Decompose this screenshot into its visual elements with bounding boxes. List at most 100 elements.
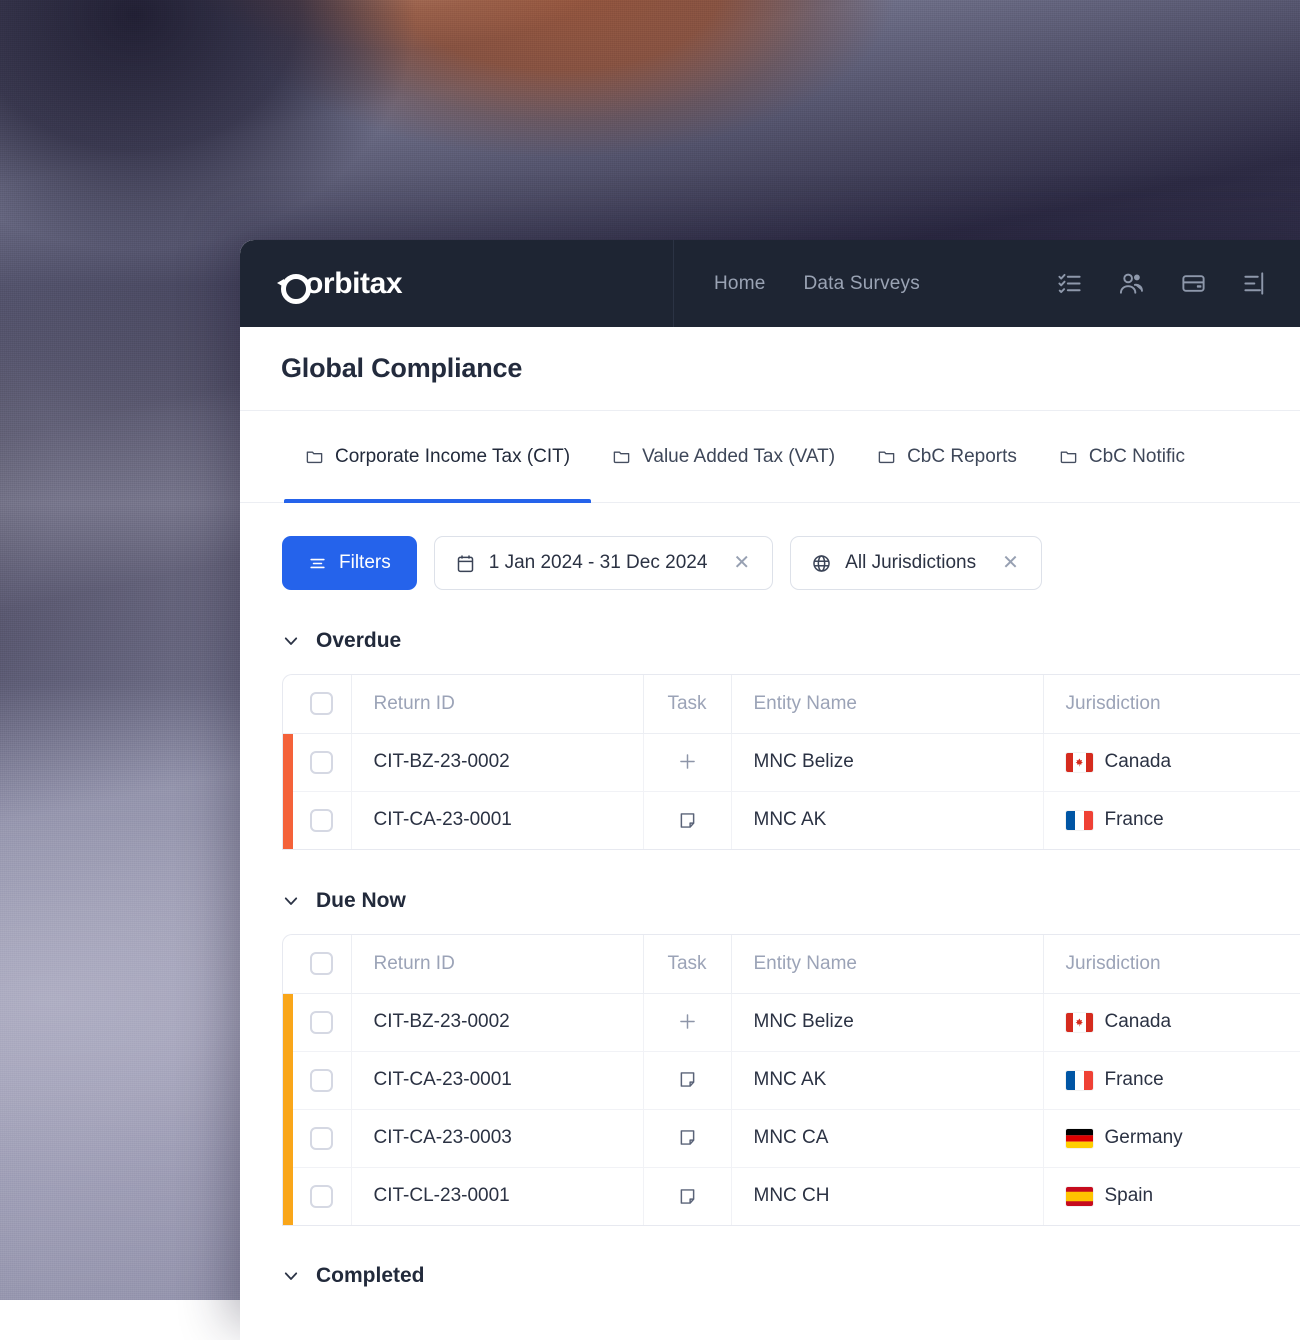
jurisdiction-label: Germany [1105,1127,1183,1149]
jurisdiction-label: Canada [1105,1011,1172,1033]
cell-task [643,993,731,1051]
column-header-return-id[interactable]: Return ID [351,935,643,993]
checklist-icon[interactable] [1054,269,1084,299]
cell-jurisdiction: Germany [1043,1109,1300,1167]
close-icon[interactable]: ✕ [998,551,1023,575]
section-title: Due Now [316,889,406,913]
jurisdiction-label: France [1105,809,1164,831]
column-header-task[interactable]: Task [643,935,731,993]
cell-return-id: CIT-CL-23-0001 [351,1167,643,1225]
table-row[interactable]: CIT-CA-23-0003 MNC CA [283,1109,1300,1167]
status-bar-header [283,675,293,733]
page-title: Global Compliance [281,353,522,384]
column-header-jurisdiction[interactable]: Jurisdiction [1043,935,1300,993]
section-header-due-now[interactable]: Due Now [282,889,1300,913]
nav-link-data-surveys[interactable]: Data Surveys [803,273,919,295]
tab-label: CbC Reports [907,446,1017,468]
section-title: Completed [316,1264,425,1288]
nav-links: Home Data Surveys [674,273,920,295]
jurisdiction-label: Canada [1105,751,1172,773]
row-select-cell [293,791,351,849]
jurisdiction-label: Spain [1105,1185,1154,1207]
table-row[interactable]: CIT-CA-23-0001 MNC AK [283,791,1300,849]
filters-button[interactable]: Filters [282,536,417,590]
tab-label: Value Added Tax (VAT) [642,446,835,468]
card-icon[interactable] [1178,269,1208,299]
jurisdictions-label: All Jurisdictions [845,552,976,574]
row-checkbox[interactable] [310,1011,333,1034]
flag-france-icon [1066,1071,1093,1090]
cell-jurisdiction: France [1043,791,1300,849]
page-title-bar: Global Compliance [240,327,1300,411]
row-select-cell [293,733,351,791]
filters-button-label: Filters [339,552,391,574]
note-icon[interactable] [677,810,698,831]
jurisdictions-chip[interactable]: All Jurisdictions ✕ [790,536,1042,590]
column-header-task[interactable]: Task [643,675,731,733]
cell-entity-name: MNC CH [731,1167,1043,1225]
note-icon[interactable] [677,1186,698,1207]
table-header-row: Return ID Task Entity Name Jurisdiction [283,675,1300,733]
row-checkbox[interactable] [310,809,333,832]
plus-icon[interactable] [677,751,698,772]
table-row[interactable]: CIT-CA-23-0001 MNC AK [283,1051,1300,1109]
select-all-header [293,675,351,733]
column-header-entity-name[interactable]: Entity Name [731,675,1043,733]
top-navigation-bar: orbitax Home Data Surveys [240,240,1300,327]
flag-spain-icon [1066,1187,1093,1206]
date-range-chip[interactable]: 1 Jan 2024 - 31 Dec 2024 ✕ [434,536,773,590]
status-bar-due-now [283,994,293,1052]
folder-icon [877,447,896,466]
cell-task [643,733,731,791]
select-all-checkbox[interactable] [310,692,333,715]
table-row[interactable]: CIT-BZ-23-0002 MNC Belize [283,733,1300,791]
table-header-row: Return ID Task Entity Name Jurisdiction [283,935,1300,993]
tab-value-added-tax[interactable]: Value Added Tax (VAT) [591,411,856,502]
close-icon[interactable]: ✕ [729,551,754,575]
folder-icon [305,447,324,466]
users-icon[interactable] [1116,269,1146,299]
sliders-icon[interactable] [1240,269,1270,299]
orbitax-logo[interactable]: orbitax [279,267,402,301]
cell-return-id: CIT-CA-23-0001 [351,791,643,849]
section-header-completed[interactable]: Completed [282,1264,1300,1288]
note-icon[interactable] [677,1127,698,1148]
note-icon[interactable] [677,1069,698,1090]
cell-task [643,1167,731,1225]
cell-jurisdiction: France [1043,1051,1300,1109]
row-checkbox[interactable] [310,1127,333,1150]
tab-label: CbC Notific [1089,446,1185,468]
folder-icon [612,447,631,466]
jurisdiction-label: France [1105,1069,1164,1091]
tab-cbc-notifications[interactable]: CbC Notific [1038,411,1206,502]
due-now-table: Return ID Task Entity Name Jurisdiction [282,934,1300,1226]
tab-cbc-reports[interactable]: CbC Reports [856,411,1038,502]
column-header-jurisdiction[interactable]: Jurisdiction [1043,675,1300,733]
filter-bar: Filters 1 Jan 2024 - 31 Dec 2024 ✕ [240,503,1300,590]
date-range-label: 1 Jan 2024 - 31 Dec 2024 [489,552,708,574]
column-header-entity-name[interactable]: Entity Name [731,935,1043,993]
status-indicator [283,791,293,849]
status-indicator [283,1109,293,1167]
flag-canada-icon [1066,1013,1093,1032]
select-all-checkbox[interactable] [310,952,333,975]
table-row[interactable]: CIT-CL-23-0001 MNC CH [283,1167,1300,1225]
select-all-header [293,935,351,993]
table-row[interactable]: CIT-BZ-23-0002 MNC Belize [283,993,1300,1051]
status-indicator [283,993,293,1051]
row-checkbox[interactable] [310,751,333,774]
section-overdue: Overdue Return ID Task Entity Na [240,629,1300,850]
row-checkbox[interactable] [310,1069,333,1092]
nav-link-home[interactable]: Home [714,273,765,295]
row-select-cell [293,1109,351,1167]
status-bar-overdue [283,791,293,849]
cell-jurisdiction: Canada [1043,993,1300,1051]
status-indicator [283,1051,293,1109]
plus-icon[interactable] [677,1011,698,1032]
cell-entity-name: MNC AK [731,791,1043,849]
column-header-return-id[interactable]: Return ID [351,675,643,733]
status-indicator [283,1167,293,1225]
row-checkbox[interactable] [310,1185,333,1208]
section-header-overdue[interactable]: Overdue [282,629,1300,653]
tab-corporate-income-tax[interactable]: Corporate Income Tax (CIT) [284,411,591,502]
